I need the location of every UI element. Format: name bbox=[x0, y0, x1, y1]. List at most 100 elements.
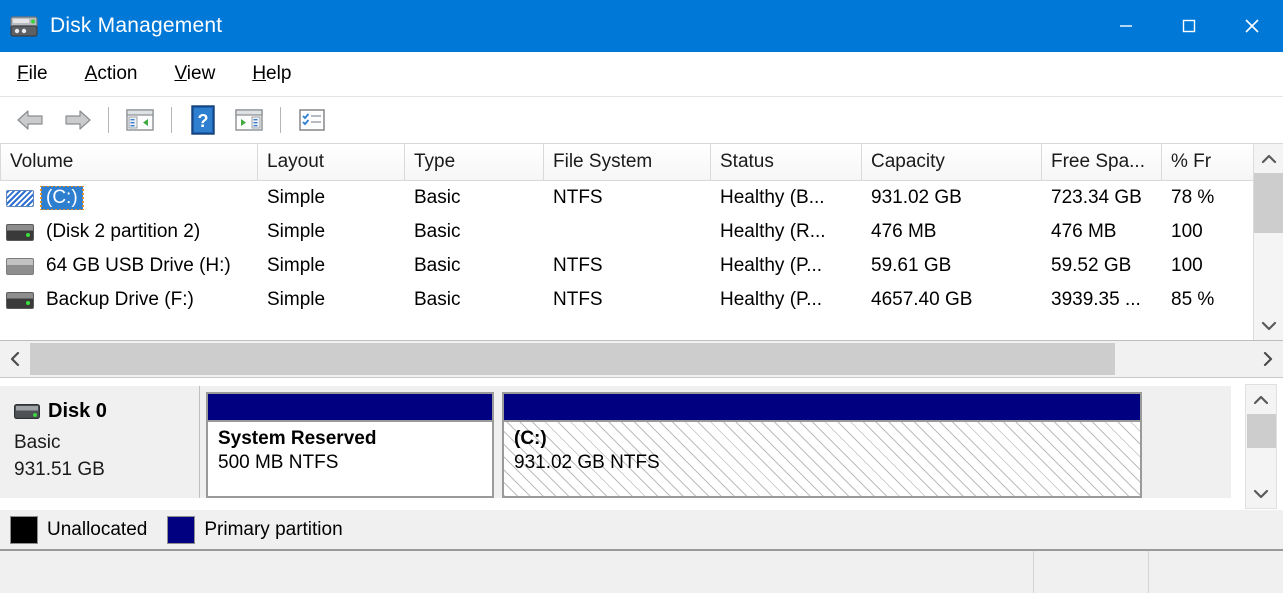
menu-help-label: elp bbox=[266, 63, 291, 84]
partition-legend: Unallocated Primary partition bbox=[0, 509, 1283, 549]
column-header-status[interactable]: Status bbox=[711, 144, 862, 181]
toolbar-separator bbox=[171, 107, 172, 133]
volume-name[interactable]: 64 GB USB Drive (H:) bbox=[41, 254, 236, 278]
cell-status: Healthy (R... bbox=[711, 221, 862, 243]
volume-name[interactable]: (Disk 2 partition 2) bbox=[41, 220, 205, 244]
close-button[interactable] bbox=[1220, 0, 1283, 52]
scroll-left-icon[interactable] bbox=[0, 341, 30, 377]
legend-label: Primary partition bbox=[204, 519, 342, 541]
graphical-disk-pane: Disk 0 Basic 931.51 GB System Reserved50… bbox=[0, 378, 1283, 593]
column-header-file-system[interactable]: File System bbox=[544, 144, 711, 181]
cell-file-system: NTFS bbox=[544, 289, 711, 311]
scroll-up-icon[interactable] bbox=[1254, 144, 1283, 173]
cell-volume: Backup Drive (F:) bbox=[0, 288, 258, 312]
cell-volume: 64 GB USB Drive (H:) bbox=[0, 254, 258, 278]
cell-layout: Simple bbox=[258, 187, 405, 209]
disk-name: Disk 0 bbox=[48, 400, 107, 423]
cell-capacity: 59.61 GB bbox=[862, 255, 1042, 277]
disk-drive-icon bbox=[14, 404, 40, 419]
cell-percent-free: 100 bbox=[1162, 221, 1254, 243]
cell-capacity: 476 MB bbox=[862, 221, 1042, 243]
disk-info-panel[interactable]: Disk 0 Basic 931.51 GB bbox=[0, 386, 200, 498]
partition-details: 931.02 GB NTFS bbox=[514, 452, 1140, 474]
volume-list-vertical-scrollbar[interactable] bbox=[1253, 144, 1283, 340]
scroll-down-icon[interactable] bbox=[1254, 311, 1283, 340]
disk-size: 931.51 GB bbox=[14, 456, 199, 483]
partition-type-bar bbox=[208, 394, 492, 420]
properties-icon[interactable] bbox=[292, 101, 332, 139]
column-header-fr[interactable]: % Fr bbox=[1162, 144, 1254, 181]
cell-type: Basic bbox=[405, 255, 544, 277]
column-header-type[interactable]: Type bbox=[405, 144, 544, 181]
partition-type-bar bbox=[504, 394, 1140, 420]
partition-block[interactable]: (C:)931.02 GB NTFS bbox=[502, 392, 1142, 498]
scroll-thumb[interactable] bbox=[1247, 414, 1276, 448]
scroll-down-icon[interactable] bbox=[1247, 479, 1276, 508]
table-row[interactable]: (C:)SimpleBasicNTFSHealthy (B...931.02 G… bbox=[0, 181, 1283, 215]
legend-label: Unallocated bbox=[47, 519, 147, 541]
volume-name[interactable]: (C:) bbox=[41, 186, 83, 210]
volume-name[interactable]: Backup Drive (F:) bbox=[41, 288, 199, 312]
volume-list-horizontal-scrollbar[interactable] bbox=[0, 341, 1283, 378]
cell-capacity: 931.02 GB bbox=[862, 187, 1042, 209]
scroll-thumb[interactable] bbox=[30, 343, 1115, 375]
toolbar-separator bbox=[108, 107, 109, 133]
menu-file-label: ile bbox=[29, 63, 48, 84]
cell-volume: (Disk 2 partition 2) bbox=[0, 220, 258, 244]
scroll-thumb[interactable] bbox=[1254, 173, 1283, 233]
back-icon[interactable] bbox=[11, 101, 51, 139]
column-header-volume[interactable]: Volume bbox=[0, 144, 258, 181]
scroll-track[interactable] bbox=[1254, 173, 1283, 311]
menu-action[interactable]: Action bbox=[82, 60, 155, 88]
partition-body: System Reserved500 MB NTFS bbox=[208, 420, 492, 496]
menu-view-label: iew bbox=[187, 63, 216, 84]
column-header-free-spa[interactable]: Free Spa... bbox=[1042, 144, 1162, 181]
usb-volume-icon bbox=[6, 258, 34, 275]
cell-layout: Simple bbox=[258, 255, 405, 277]
cell-layout: Simple bbox=[258, 221, 405, 243]
menu-file[interactable]: File bbox=[14, 60, 65, 88]
menu-help[interactable]: Help bbox=[249, 60, 308, 88]
disk-row-0[interactable]: Disk 0 Basic 931.51 GB System Reserved50… bbox=[0, 386, 1231, 498]
cell-percent-free: 78 % bbox=[1162, 187, 1254, 209]
hatched-volume-icon bbox=[6, 190, 34, 207]
maximize-button[interactable] bbox=[1157, 0, 1220, 52]
status-bar bbox=[0, 549, 1283, 593]
legend-swatch bbox=[167, 516, 195, 544]
status-section-2 bbox=[1033, 551, 1148, 593]
cell-layout: Simple bbox=[258, 289, 405, 311]
disk-drive-icon bbox=[8, 10, 40, 42]
scroll-track[interactable] bbox=[1247, 414, 1276, 479]
menu-action-label: ction bbox=[97, 63, 137, 84]
menu-view[interactable]: View bbox=[171, 60, 232, 88]
cell-free-space: 723.34 GB bbox=[1042, 187, 1162, 209]
legend-swatch bbox=[10, 516, 38, 544]
graphical-pane-vertical-scrollbar[interactable] bbox=[1245, 384, 1277, 509]
help-icon[interactable]: ? bbox=[183, 101, 223, 139]
show-console-tree-icon[interactable] bbox=[120, 101, 160, 139]
column-header-capacity[interactable]: Capacity bbox=[862, 144, 1042, 181]
partition-name: (C:) bbox=[514, 428, 1140, 450]
cell-type: Basic bbox=[405, 221, 544, 243]
cell-free-space: 59.52 GB bbox=[1042, 255, 1162, 277]
show-action-pane-icon[interactable] bbox=[229, 101, 269, 139]
scroll-up-icon[interactable] bbox=[1247, 385, 1276, 414]
volume-list-header: VolumeLayoutTypeFile SystemStatusCapacit… bbox=[0, 144, 1283, 181]
forward-icon[interactable] bbox=[57, 101, 97, 139]
menu-bar: File Action View Help bbox=[0, 52, 1283, 97]
table-row[interactable]: Backup Drive (F:)SimpleBasicNTFSHealthy … bbox=[0, 283, 1283, 317]
table-row[interactable]: 64 GB USB Drive (H:)SimpleBasicNTFSHealt… bbox=[0, 249, 1283, 283]
cell-capacity: 4657.40 GB bbox=[862, 289, 1042, 311]
scroll-right-icon[interactable] bbox=[1253, 341, 1283, 377]
volume-list-rows: (C:)SimpleBasicNTFSHealthy (B...931.02 G… bbox=[0, 181, 1283, 340]
table-row[interactable]: (Disk 2 partition 2) SimpleBasic Healthy (… bbox=[0, 215, 1283, 249]
disk-type: Basic bbox=[14, 429, 199, 456]
scroll-track[interactable] bbox=[30, 341, 1253, 377]
status-section-3 bbox=[1148, 551, 1283, 593]
minimize-button[interactable] bbox=[1094, 0, 1157, 52]
volume-list-pane: VolumeLayoutTypeFile SystemStatusCapacit… bbox=[0, 144, 1283, 341]
partition-block[interactable]: System Reserved500 MB NTFS bbox=[206, 392, 494, 498]
column-header-layout[interactable]: Layout bbox=[258, 144, 405, 181]
window-controls bbox=[1094, 0, 1283, 52]
partition-body: (C:)931.02 GB NTFS bbox=[504, 420, 1140, 496]
